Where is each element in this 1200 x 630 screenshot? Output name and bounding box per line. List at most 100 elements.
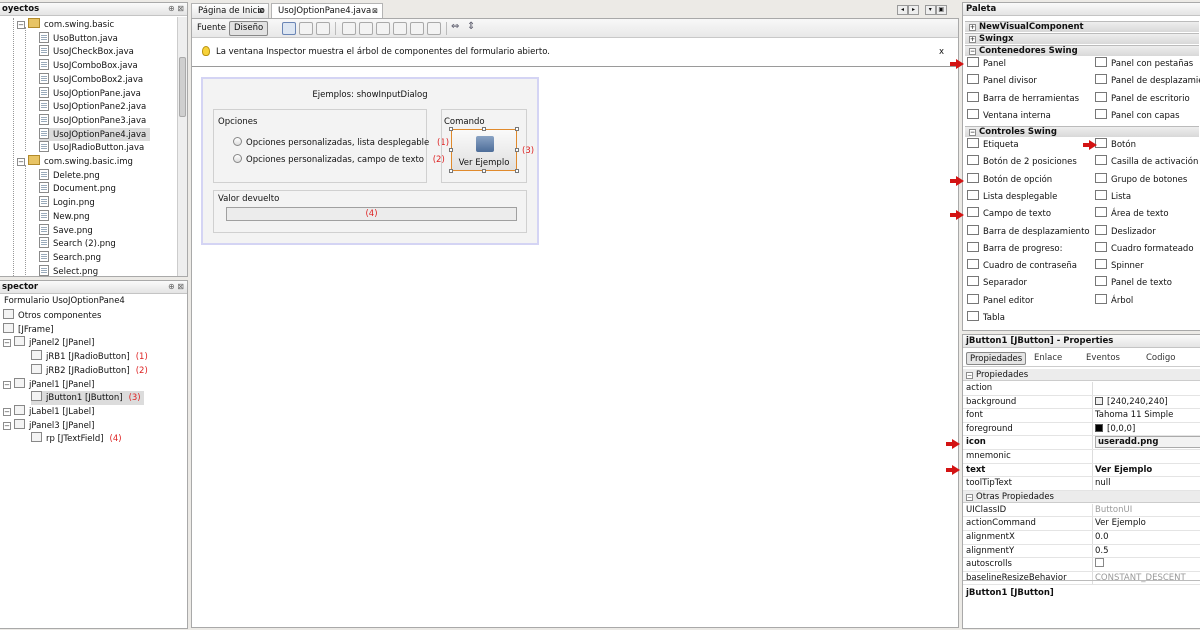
project-file-item[interactable]: UsoJOptionPane.java [39,86,145,101]
palette-item[interactable]: Barra de desplazamiento [967,224,1090,240]
property-value[interactable]: ButtonUI [1095,504,1132,518]
palette-section-header[interactable]: + NewVisualComponent [965,21,1199,32]
project-package-item[interactable]: − com.swing.basic.img [17,155,137,169]
palette-item[interactable]: Deslizador [1095,224,1156,240]
property-row[interactable]: baselineResizeBehavior CONSTANT_DESCENT [963,571,1200,586]
palette-item[interactable]: Panel con pestañas [1095,56,1193,72]
project-file-item[interactable]: UsoJOptionPane4.java [39,127,151,142]
projects-window-controls[interactable]: ⊕ ⊠ [168,3,184,15]
properties-tab[interactable]: Codigo [1143,352,1179,365]
property-value[interactable]: 0.5 [1095,545,1109,559]
project-file-item[interactable]: New.png [39,209,94,224]
palette-item[interactable]: Área de texto [1095,206,1169,222]
property-row[interactable]: text Ver Ejemplo [963,463,1200,478]
collapse-toggle-icon[interactable]: − [3,407,11,416]
design-form[interactable]: Ejemplos: showInputDialog Opciones Opcio… [201,77,539,245]
radio-option-text[interactable]: Opciones personalizadas, campo de texto … [233,154,445,165]
connection-mode-icon[interactable] [299,22,313,35]
category-toggle-icon[interactable]: − [966,372,973,379]
projects-scrollbar[interactable] [177,17,187,276]
palette-item[interactable]: Lista desplegable [967,189,1057,205]
property-value[interactable]: [0,0,0] [1095,423,1135,437]
result-panel[interactable]: Valor devuelto (4) [213,190,527,233]
checkbox-icon[interactable] [1095,558,1104,568]
project-file-item[interactable]: UsoJComboBox.java [39,59,142,73]
property-value[interactable]: CONSTANT_DESCENT [1095,572,1186,586]
palette-item[interactable]: Panel [967,56,1006,72]
result-text-field[interactable]: (4) [226,207,517,221]
property-value[interactable]: useradd.png [1095,436,1200,449]
property-value[interactable]: Ver Ejemplo [1095,464,1152,478]
editor-tab[interactable]: Página de Inicio ⊠ [191,3,269,18]
properties-tab[interactable]: Propiedades [966,352,1027,365]
property-row[interactable]: autoscrolls [963,558,1200,572]
palette-item[interactable]: Campo de texto [967,206,1051,222]
editor-tab-close-icon[interactable]: ⊠ [372,4,378,18]
project-file-item[interactable]: Delete.png [39,168,104,183]
palette-section-header[interactable]: − Contenedores Swing [965,45,1199,56]
inspector-tree-item[interactable]: rp [JTextField] (4) [31,432,125,446]
palette-item[interactable]: Lista [1095,189,1131,205]
palette-item[interactable]: Spinner [1095,258,1144,274]
property-row[interactable]: background [240,240,240] [963,395,1200,410]
palette-item[interactable]: Casilla de activación [1095,154,1198,170]
inspector-tree-item[interactable]: [JFrame] [3,322,57,337]
project-file-item[interactable]: Document.png [39,182,120,196]
inspector-tree-item[interactable]: − jPanel3 [JPanel] [3,418,97,433]
project-file-item[interactable]: UsoJOptionPane3.java [39,113,150,128]
inspector-tree-item[interactable]: Otros componentes [3,309,104,323]
palette-item[interactable]: Cuadro formateado [1095,241,1194,257]
property-row[interactable]: alignmentX 0.0 [963,531,1200,545]
property-value[interactable]: [240,240,240] [1095,396,1168,410]
palette-item[interactable]: Barra de herramientas [967,91,1079,107]
property-row[interactable]: actionCommand Ver Ejemplo [963,517,1200,531]
collapse-toggle-icon[interactable]: − [3,421,11,430]
inspector-tree-item[interactable]: jRB2 [JRadioButton] (2) [31,363,151,378]
property-category[interactable]: − Propiedades [963,369,1200,381]
palette-item[interactable]: Árbol [1095,293,1133,309]
property-row[interactable]: alignmentY 0.5 [963,544,1200,559]
radio-option-list[interactable]: Opciones personalizadas, lista desplegab… [233,137,449,148]
editor-tab[interactable]: UsoJOptionPane4.java ⊠ [271,3,383,18]
palette-item[interactable]: Grupo de botones [1095,172,1187,188]
align-left-icon[interactable] [342,22,356,35]
project-file-item[interactable]: Login.png [39,196,99,210]
palette-item[interactable]: Panel con capas [1095,108,1180,124]
info-close-icon[interactable]: x [939,47,944,57]
palette-item[interactable]: Panel editor [967,293,1034,309]
selection-mode-icon[interactable] [282,22,296,35]
source-view-button[interactable]: Fuente [197,22,226,34]
preview-design-icon[interactable] [316,22,330,35]
project-file-item[interactable]: UsoButton.java [39,31,122,46]
command-panel[interactable]: Comando Ver Ejemplo (3) [441,109,534,183]
align-bottom-icon[interactable] [410,22,424,35]
align-right-icon[interactable] [359,22,373,35]
palette-item[interactable]: Separador [967,275,1027,291]
property-row[interactable]: UIClassID ButtonUI [963,503,1200,518]
project-package-item[interactable]: − com.swing.basic [17,18,118,32]
design-view-button[interactable]: Diseño [229,21,269,36]
center-vertical-icon[interactable] [427,22,441,35]
collapse-toggle-icon[interactable]: − [3,380,11,389]
palette-section-header[interactable]: − Controles Swing [965,126,1199,137]
palette-item[interactable]: Panel de desplazamiento [1095,73,1200,89]
ver-ejemplo-button[interactable]: Ver Ejemplo [451,129,517,171]
collapse-toggle-icon[interactable]: − [3,339,11,348]
palette-section-header[interactable]: + Swingx [965,33,1199,44]
project-file-item[interactable]: Select.png [39,264,102,276]
palette-item[interactable]: Botón [1095,137,1136,153]
palette-item[interactable]: Ventana interna [967,108,1051,124]
inspector-tree-item[interactable]: − jLabel1 [JLabel] [3,404,97,419]
collapse-toggle-icon[interactable]: − [17,158,25,166]
properties-tab[interactable]: Eventos [1083,352,1123,365]
property-row[interactable]: toolTipText null [963,477,1200,491]
palette-section-toggle-icon[interactable]: + [969,36,976,43]
palette-item[interactable]: Panel de texto [1095,275,1172,291]
inspector-tree-item[interactable]: jRB1 [JRadioButton] (1) [31,350,151,364]
property-category[interactable]: − Otras Propiedades [963,490,1200,503]
palette-item[interactable]: Tabla [967,310,1005,326]
palette-section-toggle-icon[interactable]: − [969,48,976,55]
property-value[interactable]: null [1095,477,1111,491]
palette-item[interactable]: Botón de 2 posiciones [967,154,1077,170]
resize-horizontal-icon[interactable]: ⇔ [451,21,459,32]
